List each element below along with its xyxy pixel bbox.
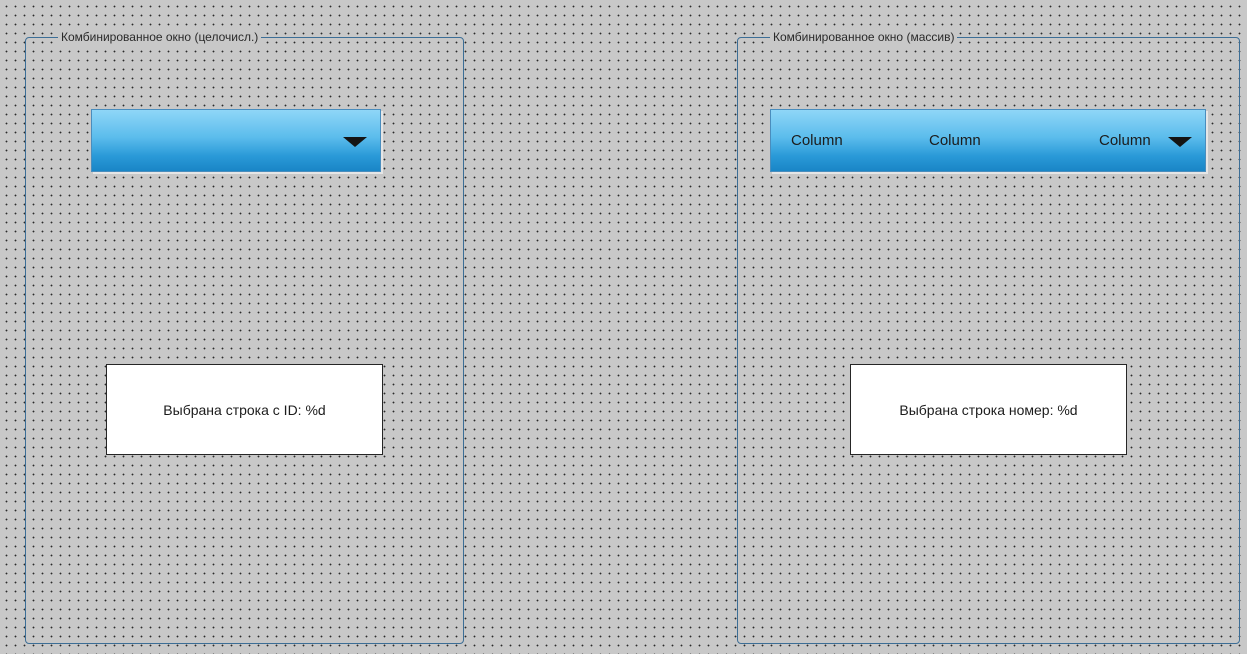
selected-row-text: Выбрана строка номер: %d	[899, 401, 1078, 418]
chevron-down-icon[interactable]	[1168, 137, 1192, 147]
int-combobox[interactable]	[91, 109, 381, 172]
combobox-column-label: Column	[1099, 132, 1151, 149]
selected-id-textbox: Выбрана строка с ID: %d	[106, 364, 383, 455]
selected-row-textbox: Выбрана строка номер: %d	[850, 364, 1127, 455]
combobox-column-label: Column	[791, 132, 843, 149]
array-combobox[interactable]: Column Column Column	[770, 109, 1206, 172]
combobox-column-label: Column	[929, 132, 981, 149]
chevron-down-icon[interactable]	[343, 137, 367, 147]
groupbox-title: Комбинированное окно (целочисл.)	[58, 28, 262, 46]
selected-id-text: Выбрана строка с ID: %d	[163, 401, 326, 418]
groupbox-title: Комбинированное окно (массив)	[770, 28, 958, 46]
